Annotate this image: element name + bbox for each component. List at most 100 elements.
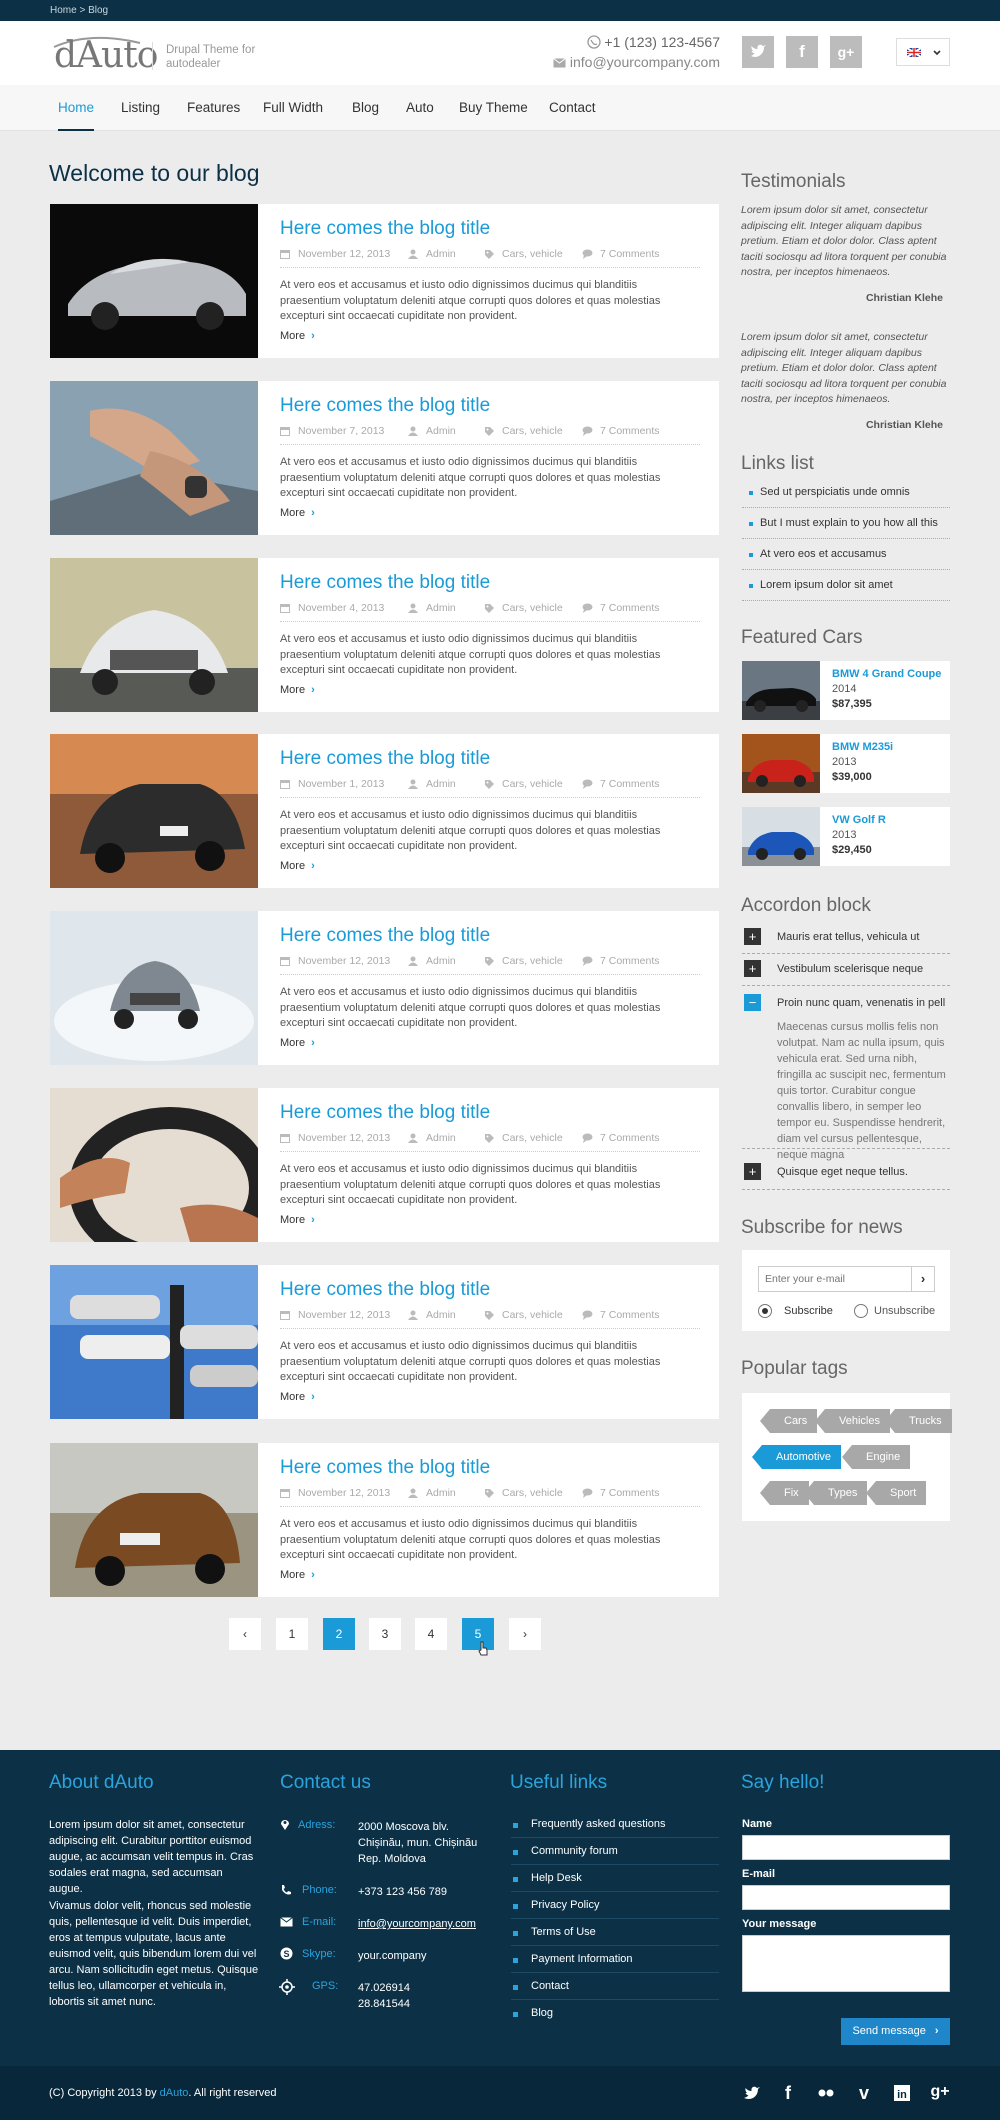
nav-listing[interactable]: Listing xyxy=(121,85,160,131)
minus-icon[interactable]: − xyxy=(744,994,761,1011)
footer-link[interactable]: Contact xyxy=(511,1973,719,2000)
accordion-item[interactable]: + Vestibulum scelerisque neque xyxy=(742,957,950,986)
subscribe-submit-button[interactable]: › xyxy=(911,1266,935,1292)
post-thumbnail[interactable] xyxy=(50,734,258,888)
post-comments-text[interactable]: 7 Comments xyxy=(600,425,660,437)
footer-link[interactable]: Blog xyxy=(511,2000,719,2027)
post-comments-text[interactable]: 7 Comments xyxy=(600,955,660,967)
footer-link[interactable]: Help Desk xyxy=(511,1865,719,1892)
post-comments-text[interactable]: 7 Comments xyxy=(600,602,660,614)
pagination-page-2[interactable]: 2 xyxy=(323,1618,355,1650)
name-input[interactable] xyxy=(742,1835,950,1860)
post-tags-text[interactable]: Cars, vehicle xyxy=(502,1487,563,1499)
post-thumbnail[interactable] xyxy=(50,381,258,535)
accordion-item-label[interactable]: Quisque eget neque tellus. xyxy=(777,1166,908,1178)
sidebar-link[interactable]: But I must explain to you how all this xyxy=(742,508,950,539)
flickr-icon[interactable] xyxy=(814,2083,838,2108)
read-more-label[interactable]: More xyxy=(280,1037,305,1049)
read-more-link[interactable]: More › xyxy=(280,507,315,519)
read-more-link[interactable]: More › xyxy=(280,860,315,872)
post-tags-text[interactable]: Cars, vehicle xyxy=(502,248,563,260)
google-plus-icon[interactable]: g+ xyxy=(928,2083,952,2101)
post-title[interactable]: Here comes the blog title xyxy=(280,395,490,417)
twitter-icon[interactable] xyxy=(742,36,774,68)
post-author-text[interactable]: Admin xyxy=(426,1309,456,1321)
read-more-label[interactable]: More xyxy=(280,1214,305,1226)
post-tags-text[interactable]: Cars, vehicle xyxy=(502,1309,563,1321)
nav-full-width[interactable]: Full Width xyxy=(263,85,323,131)
post-tags-text[interactable]: Cars, vehicle xyxy=(502,955,563,967)
featured-car[interactable]: BMW 4 Grand Coupe 2014 $87,395 xyxy=(742,661,950,720)
pagination-next-button[interactable]: › xyxy=(509,1618,541,1650)
pagination-page-1[interactable]: 1 xyxy=(276,1618,308,1650)
read-more-label[interactable]: More xyxy=(280,1391,305,1403)
car-name[interactable]: VW Golf R xyxy=(832,814,886,826)
facebook-icon[interactable]: f xyxy=(786,36,818,68)
post-author-text[interactable]: Admin xyxy=(426,1132,456,1144)
google-plus-icon[interactable]: g+ xyxy=(830,36,862,68)
tag[interactable]: Sport xyxy=(865,1481,927,1505)
tag[interactable]: Fix xyxy=(760,1481,809,1505)
car-name[interactable]: BMW 4 Grand Coupe xyxy=(832,668,941,680)
plus-icon[interactable]: + xyxy=(744,928,761,945)
tag[interactable]: Cars xyxy=(759,1409,818,1433)
unsubscribe-radio[interactable] xyxy=(854,1304,868,1318)
post-comments-text[interactable]: 7 Comments xyxy=(600,778,660,790)
subscribe-radio-label[interactable]: Subscribe xyxy=(784,1305,833,1317)
email-field[interactable] xyxy=(742,1885,950,1910)
post-thumbnail[interactable] xyxy=(50,204,258,358)
read-more-link[interactable]: More › xyxy=(280,1037,315,1049)
car-thumbnail[interactable] xyxy=(742,807,820,866)
footer-email-link[interactable]: info@yourcompany.com xyxy=(358,1916,476,1932)
post-title[interactable]: Here comes the blog title xyxy=(280,1457,490,1479)
read-more-label[interactable]: More xyxy=(280,507,305,519)
post-comments-text[interactable]: 7 Comments xyxy=(600,1132,660,1144)
post-comments-text[interactable]: 7 Comments xyxy=(600,1309,660,1321)
accordion-item[interactable]: + Quisque eget neque tellus. xyxy=(742,1160,950,1190)
post-title[interactable]: Here comes the blog title xyxy=(280,218,490,240)
post-tags-text[interactable]: Cars, vehicle xyxy=(502,1132,563,1144)
post-title[interactable]: Here comes the blog title xyxy=(280,572,490,594)
twitter-icon[interactable] xyxy=(740,2083,764,2108)
read-more-label[interactable]: More xyxy=(280,330,305,342)
post-comments-text[interactable]: 7 Comments xyxy=(600,1487,660,1499)
linkedin-icon[interactable]: in xyxy=(890,2083,914,2108)
tag[interactable]: Types xyxy=(803,1481,868,1505)
post-author-text[interactable]: Admin xyxy=(426,1487,456,1499)
pagination-prev-button[interactable]: ‹ xyxy=(229,1618,261,1650)
nav-contact[interactable]: Contact xyxy=(549,85,596,131)
nav-auto[interactable]: Auto xyxy=(406,85,434,131)
post-author-text[interactable]: Admin xyxy=(426,778,456,790)
message-textarea[interactable] xyxy=(742,1935,950,1992)
logo[interactable]: dAuto xyxy=(54,38,158,74)
breadcrumb[interactable]: Home > Blog xyxy=(0,0,1000,21)
accordion-item-label[interactable]: Proin nunc quam, venenatis in pell xyxy=(777,997,945,1009)
copyright-brand-link[interactable]: dAuto xyxy=(160,2087,189,2099)
plus-icon[interactable]: + xyxy=(744,960,761,977)
pagination-page-3[interactable]: 3 xyxy=(369,1618,401,1650)
post-thumbnail[interactable] xyxy=(50,1088,258,1242)
post-author-text[interactable]: Admin xyxy=(426,248,456,260)
post-thumbnail[interactable] xyxy=(50,1443,258,1597)
post-title[interactable]: Here comes the blog title xyxy=(280,748,490,770)
accordion-item-label[interactable]: Mauris erat tellus, vehicula ut xyxy=(777,931,919,943)
post-author-text[interactable]: Admin xyxy=(426,602,456,614)
nav-buy-theme[interactable]: Buy Theme xyxy=(459,85,528,131)
car-name[interactable]: BMW M235i xyxy=(832,741,893,753)
read-more-link[interactable]: More › xyxy=(280,684,315,696)
post-title[interactable]: Here comes the blog title xyxy=(280,925,490,947)
featured-car[interactable]: BMW M235i 2013 $39,000 xyxy=(742,734,950,793)
car-thumbnail[interactable] xyxy=(742,661,820,720)
footer-link[interactable]: Payment Information xyxy=(511,1946,719,1973)
featured-car[interactable]: VW Golf R 2013 $29,450 xyxy=(742,807,950,866)
nav-features[interactable]: Features xyxy=(187,85,240,131)
accordion-item[interactable]: + Mauris erat tellus, vehicula ut xyxy=(742,925,950,954)
subscribe-radio[interactable] xyxy=(758,1304,772,1318)
tag-active[interactable]: Automotive xyxy=(751,1445,842,1469)
unsubscribe-radio-label[interactable]: Unsubscribe xyxy=(874,1305,935,1317)
post-tags-text[interactable]: Cars, vehicle xyxy=(502,425,563,437)
read-more-link[interactable]: More › xyxy=(280,1214,315,1226)
read-more-link[interactable]: More › xyxy=(280,330,315,342)
sidebar-link[interactable]: Lorem ipsum dolor sit amet xyxy=(742,570,950,601)
language-select[interactable] xyxy=(896,38,950,66)
